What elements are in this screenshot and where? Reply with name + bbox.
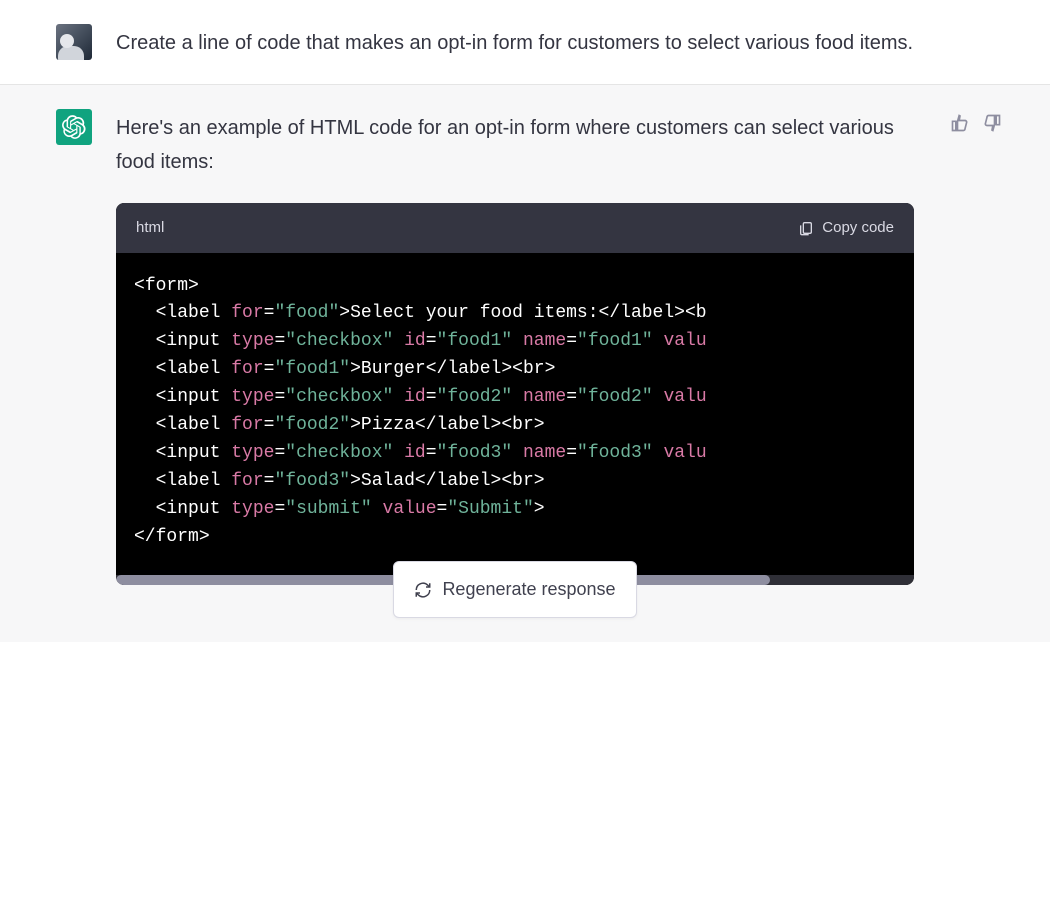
user-message-text: Create a line of code that makes an opt-… xyxy=(116,24,1002,60)
feedback-actions xyxy=(950,109,1002,618)
regenerate-label: Regenerate response xyxy=(442,574,615,605)
assistant-avatar xyxy=(56,109,92,145)
copy-code-button[interactable]: Copy code xyxy=(798,215,894,241)
regenerate-button[interactable]: Regenerate response xyxy=(393,561,636,618)
copy-code-label: Copy code xyxy=(822,215,894,241)
user-message: Create a line of code that makes an opt-… xyxy=(0,0,1050,85)
assistant-message: Here's an example of HTML code for an op… xyxy=(0,85,1050,642)
thumbs-down-icon[interactable] xyxy=(982,113,1002,133)
openai-logo-icon xyxy=(62,115,86,139)
assistant-content: Here's an example of HTML code for an op… xyxy=(116,109,926,618)
assistant-intro-text: Here's an example of HTML code for an op… xyxy=(116,111,914,179)
refresh-icon xyxy=(414,581,432,599)
user-avatar xyxy=(56,24,92,60)
code-header: html Copy code xyxy=(116,203,914,253)
code-language-label: html xyxy=(136,215,164,241)
code-body[interactable]: <form> <label for="food">Select your foo… xyxy=(116,253,914,576)
code-content: <form> <label for="food">Select your foo… xyxy=(134,273,896,552)
thumbs-up-icon[interactable] xyxy=(950,113,970,133)
clipboard-icon xyxy=(798,220,814,236)
code-block: html Copy code <form> <label for="food">… xyxy=(116,203,914,585)
